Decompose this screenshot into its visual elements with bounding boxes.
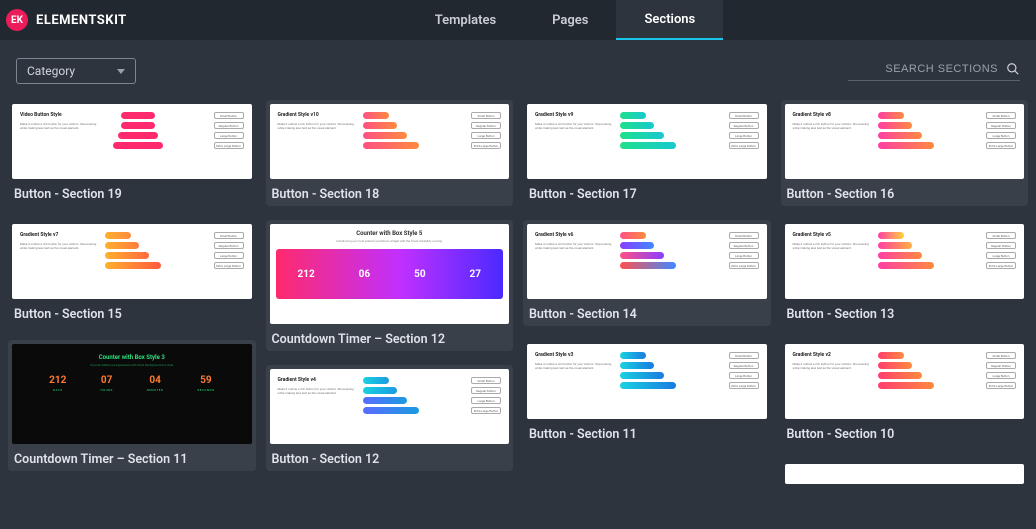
section-card-button-15[interactable]: Gradient Style v7 Make it outline a rich… <box>12 224 252 322</box>
app-header: EK ELEMENTSKIT Templates Pages Sections <box>0 0 1036 40</box>
section-card-button-11[interactable]: Gradient Style v3 Make it outline a rich… <box>527 344 767 442</box>
search-icon[interactable] <box>1006 62 1020 76</box>
card-title: Countdown Timer – Section 12 <box>270 324 510 347</box>
card-thumbnail: Gradient Style v5 Make it outline a rich… <box>785 224 1025 299</box>
section-card-countdown-11[interactable]: Counter with Box Style 3 Uncover better … <box>8 340 256 471</box>
thumb-heading: Video Button Style <box>20 112 99 118</box>
section-card-button-18[interactable]: Gradient Style v10 Make it outline a ric… <box>266 100 514 206</box>
sections-grid[interactable]: Video Button Style Make it outline a ric… <box>0 84 1036 529</box>
toolbar: Category <box>0 40 1036 84</box>
card-thumbnail: Gradient Style v8 Make it outline a rich… <box>785 104 1025 179</box>
main-nav: Templates Pages Sections <box>407 0 724 40</box>
section-card-button-13[interactable]: Gradient Style v5 Make it outline a rich… <box>785 224 1025 322</box>
chevron-down-icon <box>117 69 125 74</box>
card-title: Button - Section 12 <box>270 444 510 467</box>
section-card-button-14[interactable]: Gradient Style v6 Make it outline a rich… <box>523 220 771 326</box>
card-title: Button - Section 13 <box>785 299 1025 322</box>
section-card-countdown-12[interactable]: Counter with Box Style 5 Introducing our… <box>266 220 514 351</box>
section-card-button-16[interactable]: Gradient Style v8 Make it outline a rich… <box>781 100 1029 206</box>
card-thumbnail: Counter with Box Style 5 Introducing our… <box>270 224 510 324</box>
card-thumbnail: Counter with Box Style 3 Uncover better … <box>12 344 252 444</box>
brand-name: ELEMENTSKIT <box>36 13 127 28</box>
search-input[interactable] <box>848 63 998 75</box>
section-card-partial[interactable] <box>785 464 1025 484</box>
section-card-button-19[interactable]: Video Button Style Make it outline a ric… <box>12 104 252 202</box>
nav-sections[interactable]: Sections <box>616 0 723 40</box>
nav-pages[interactable]: Pages <box>524 0 616 40</box>
card-title: Button - Section 10 <box>785 419 1025 442</box>
card-title: Button - Section 18 <box>270 179 510 202</box>
card-title: Button - Section 16 <box>785 179 1025 202</box>
category-dropdown[interactable]: Category <box>16 58 136 84</box>
section-card-button-17[interactable]: Gradient Style v9 Make it outline a rich… <box>527 104 767 202</box>
section-card-button-12[interactable]: Gradient Style v4 Make it outline a rich… <box>266 365 514 471</box>
search-wrap <box>848 62 1020 81</box>
logo-icon: EK <box>6 9 28 31</box>
category-label: Category <box>27 64 75 78</box>
card-thumbnail: Gradient Style v9 Make it outline a rich… <box>527 104 767 179</box>
card-title: Button - Section 15 <box>12 299 252 322</box>
thumb-subtext: Make it outline a rich button for your v… <box>20 123 99 130</box>
card-thumbnail: Gradient Style v2 Make it outline a rich… <box>785 344 1025 419</box>
card-title: Countdown Timer – Section 11 <box>12 444 252 467</box>
brand-logo: EK ELEMENTSKIT <box>0 9 127 31</box>
card-thumbnail: Gradient Style v4 Make it outline a rich… <box>270 369 510 444</box>
card-title: Button - Section 11 <box>527 419 767 442</box>
card-thumbnail: Gradient Style v3 Make it outline a rich… <box>527 344 767 419</box>
card-thumbnail: Gradient Style v7 Make it outline a rich… <box>12 224 252 299</box>
card-thumbnail: Video Button Style Make it outline a ric… <box>12 104 252 179</box>
card-title: Button - Section 17 <box>527 179 767 202</box>
card-title: Button - Section 19 <box>12 179 252 202</box>
card-thumbnail: Gradient Style v6 Make it outline a rich… <box>527 224 767 299</box>
nav-templates[interactable]: Templates <box>407 0 524 40</box>
card-title: Button - Section 14 <box>527 299 767 322</box>
card-thumbnail <box>785 464 1025 484</box>
card-thumbnail: Gradient Style v10 Make it outline a ric… <box>270 104 510 179</box>
section-card-button-10[interactable]: Gradient Style v2 Make it outline a rich… <box>785 344 1025 442</box>
